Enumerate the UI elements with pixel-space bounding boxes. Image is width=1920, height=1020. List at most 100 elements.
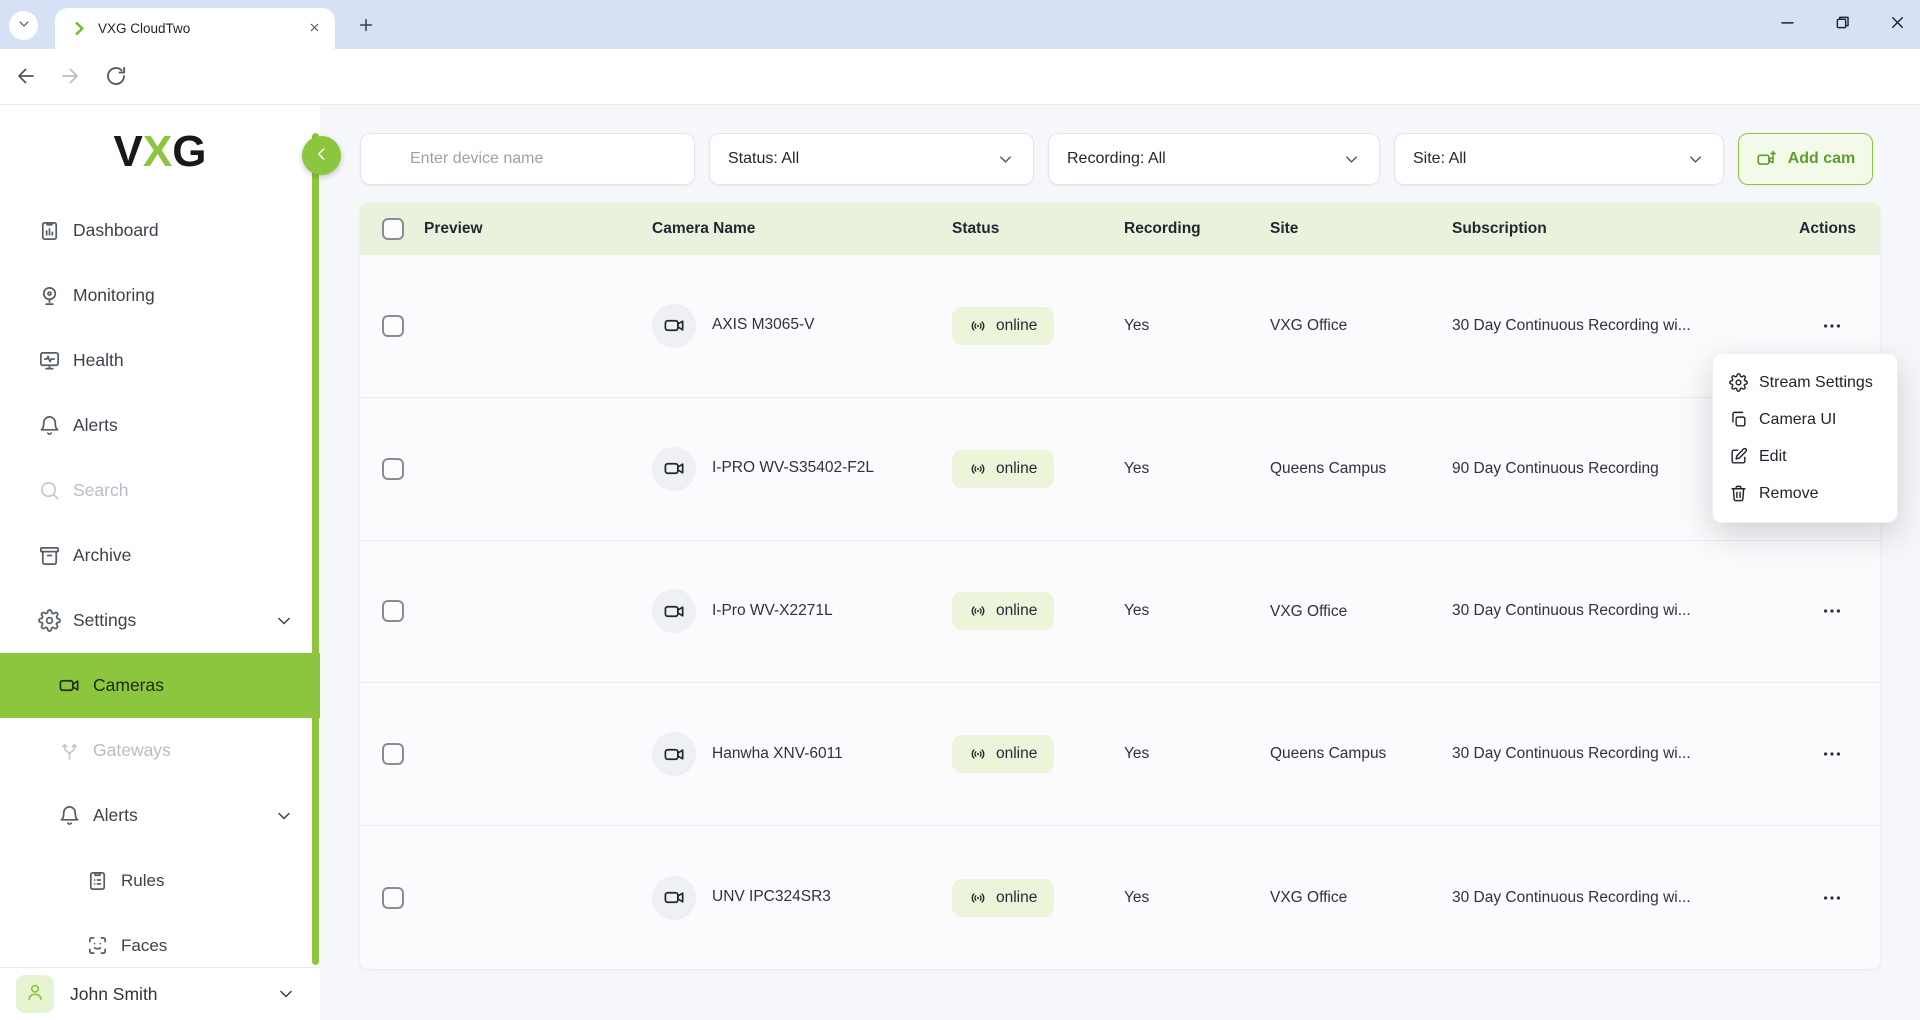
sidebar-item-cameras[interactable]: Cameras bbox=[0, 653, 320, 718]
vxg-logo: VXG bbox=[0, 127, 320, 177]
row-actions-button[interactable] bbox=[1815, 311, 1849, 341]
context-menu-label: Stream Settings bbox=[1759, 374, 1873, 392]
restore-button[interactable] bbox=[1831, 14, 1853, 36]
sidebar-item-rules[interactable]: Rules bbox=[0, 848, 320, 913]
browser-tab[interactable]: VXG CloudTwo bbox=[55, 8, 335, 49]
new-tab-button[interactable] bbox=[350, 13, 376, 39]
app-root: VXG Dashboard MonitoringHealth Alerts Searc… bbox=[0, 105, 1920, 1020]
header-recording: Recording bbox=[1124, 220, 1270, 238]
camera-name: Hanwha XNV-6011 bbox=[712, 744, 843, 765]
vxg-favicon-icon bbox=[71, 20, 88, 37]
sidebar-item-archive[interactable]: Archive bbox=[0, 523, 320, 588]
close-icon bbox=[308, 21, 321, 37]
sidebar-menu: Dashboard MonitoringHealth Alerts Search Arc… bbox=[0, 198, 320, 967]
sidebar-item-label: Alerts bbox=[73, 415, 118, 436]
user-avatar bbox=[16, 975, 54, 1013]
sidebar-collapse-button[interactable] bbox=[302, 136, 341, 175]
trash-icon bbox=[1729, 484, 1748, 503]
site-value: VXG Office bbox=[1270, 887, 1452, 909]
gear-icon bbox=[1729, 373, 1748, 392]
status-filter-value: Status: All bbox=[728, 150, 799, 168]
row-checkbox[interactable] bbox=[382, 887, 404, 909]
broadcast-icon bbox=[969, 745, 987, 763]
sidebar-scrollbar[interactable] bbox=[312, 133, 319, 965]
video-camera-icon bbox=[58, 674, 81, 697]
sidebar-item-label: Faces bbox=[121, 936, 167, 956]
status-filter-select[interactable]: Status: All bbox=[709, 133, 1034, 185]
subscription-value: 30 Day Continuous Recording wi... bbox=[1452, 602, 1784, 620]
camera-name: UNV IPC324SR3 bbox=[712, 887, 831, 908]
row-checkbox[interactable] bbox=[382, 600, 404, 622]
sidebar-item-alerts[interactable]: Alerts bbox=[0, 783, 320, 848]
filter-bar: Enter device name Status: All Recording:… bbox=[360, 133, 1873, 185]
sidebar-item-settings[interactable]: Settings bbox=[0, 588, 320, 653]
sidebar-item-label: Dashboard bbox=[73, 220, 159, 241]
broadcast-icon bbox=[969, 460, 987, 478]
context-menu-item-camera-ui[interactable]: Camera UI bbox=[1713, 401, 1897, 438]
status-badge: online bbox=[952, 307, 1054, 345]
header-actions: Actions bbox=[1784, 220, 1880, 238]
row-checkbox[interactable] bbox=[382, 458, 404, 480]
status-badge: online bbox=[952, 735, 1054, 773]
device-search-input[interactable]: Enter device name bbox=[360, 133, 695, 185]
sidebar-item-label: Archive bbox=[73, 545, 131, 566]
row-actions-button[interactable] bbox=[1815, 739, 1849, 769]
recording-value: Yes bbox=[1124, 460, 1270, 478]
add-cam-button[interactable]: Add cam bbox=[1738, 133, 1873, 185]
bell-icon bbox=[38, 414, 61, 437]
table-row: I-Pro WV-X2271LonlineYesVXG Office30 Day… bbox=[360, 541, 1880, 684]
table-row: Hanwha XNV-6011onlineYesQueens Campus30 … bbox=[360, 683, 1880, 826]
recording-value: Yes bbox=[1124, 602, 1270, 620]
select-all-checkbox[interactable] bbox=[382, 218, 404, 240]
recording-filter-select[interactable]: Recording: All bbox=[1048, 133, 1380, 185]
context-menu-item-stream-settings[interactable]: Stream Settings bbox=[1713, 364, 1897, 401]
video-camera-icon bbox=[652, 447, 696, 491]
dashboard-icon bbox=[38, 219, 61, 242]
sidebar-item-alerts[interactable]: Alerts bbox=[0, 393, 320, 458]
tab-close-button[interactable] bbox=[303, 18, 325, 40]
site-filter-select[interactable]: Site: All bbox=[1394, 133, 1724, 185]
browser-window: VXG CloudTwo cloudtwo-prod.vxgdemo.cloud… bbox=[0, 0, 1920, 1020]
device-search-placeholder: Enter device name bbox=[410, 150, 543, 168]
search-icon bbox=[379, 150, 398, 169]
back-button[interactable] bbox=[14, 64, 40, 90]
forward-button[interactable] bbox=[58, 64, 84, 90]
plus-icon bbox=[356, 23, 376, 38]
sidebar-item-label: Search bbox=[73, 480, 128, 501]
camera-name: AXIS M3065-V bbox=[712, 315, 815, 336]
user-menu[interactable]: John Smith bbox=[0, 967, 320, 1020]
row-actions-button[interactable] bbox=[1815, 596, 1849, 626]
search-icon bbox=[38, 479, 61, 502]
sidebar-item-monitoring[interactable]: Monitoring bbox=[0, 263, 320, 328]
sidebar-item-gateways[interactable]: Gateways bbox=[0, 718, 320, 783]
video-camera-icon bbox=[652, 732, 696, 776]
sidebar-item-faces[interactable]: Faces bbox=[0, 913, 320, 967]
context-menu-label: Edit bbox=[1759, 448, 1787, 466]
row-actions-button[interactable] bbox=[1815, 883, 1849, 913]
sidebar-item-search[interactable]: Search bbox=[0, 458, 320, 523]
tab-search-button[interactable] bbox=[9, 11, 38, 40]
subscription-value: 30 Day Continuous Recording wi... bbox=[1452, 317, 1784, 335]
user-name: John Smith bbox=[70, 984, 158, 1005]
status-text: online bbox=[996, 602, 1037, 620]
context-menu-item-remove[interactable]: Remove bbox=[1713, 475, 1897, 512]
broadcast-icon bbox=[969, 602, 987, 620]
close-window-button[interactable] bbox=[1886, 14, 1908, 36]
site-value: VXG Office bbox=[1270, 601, 1452, 623]
table-body: AXIS M3065-VonlineYesVXG Office30 Day Co… bbox=[360, 255, 1880, 969]
row-checkbox[interactable] bbox=[382, 743, 404, 765]
table-header-row: Preview Camera Name Status Recording Sit… bbox=[360, 203, 1880, 255]
context-menu-item-edit[interactable]: Edit bbox=[1713, 438, 1897, 475]
table-row: AXIS M3065-VonlineYesVXG Office30 Day Co… bbox=[360, 255, 1880, 398]
archive-icon bbox=[38, 544, 61, 567]
minimize-button[interactable] bbox=[1776, 14, 1798, 36]
status-badge: online bbox=[952, 450, 1054, 488]
recording-value: Yes bbox=[1124, 889, 1270, 907]
header-camera-name: Camera Name bbox=[652, 220, 952, 238]
status-text: online bbox=[996, 745, 1037, 763]
sidebar-item-dashboard[interactable]: Dashboard bbox=[0, 198, 320, 263]
reload-button[interactable] bbox=[104, 64, 130, 90]
window-controls bbox=[1776, 0, 1908, 49]
row-checkbox[interactable] bbox=[382, 315, 404, 337]
sidebar-item-health[interactable]: Health bbox=[0, 328, 320, 393]
